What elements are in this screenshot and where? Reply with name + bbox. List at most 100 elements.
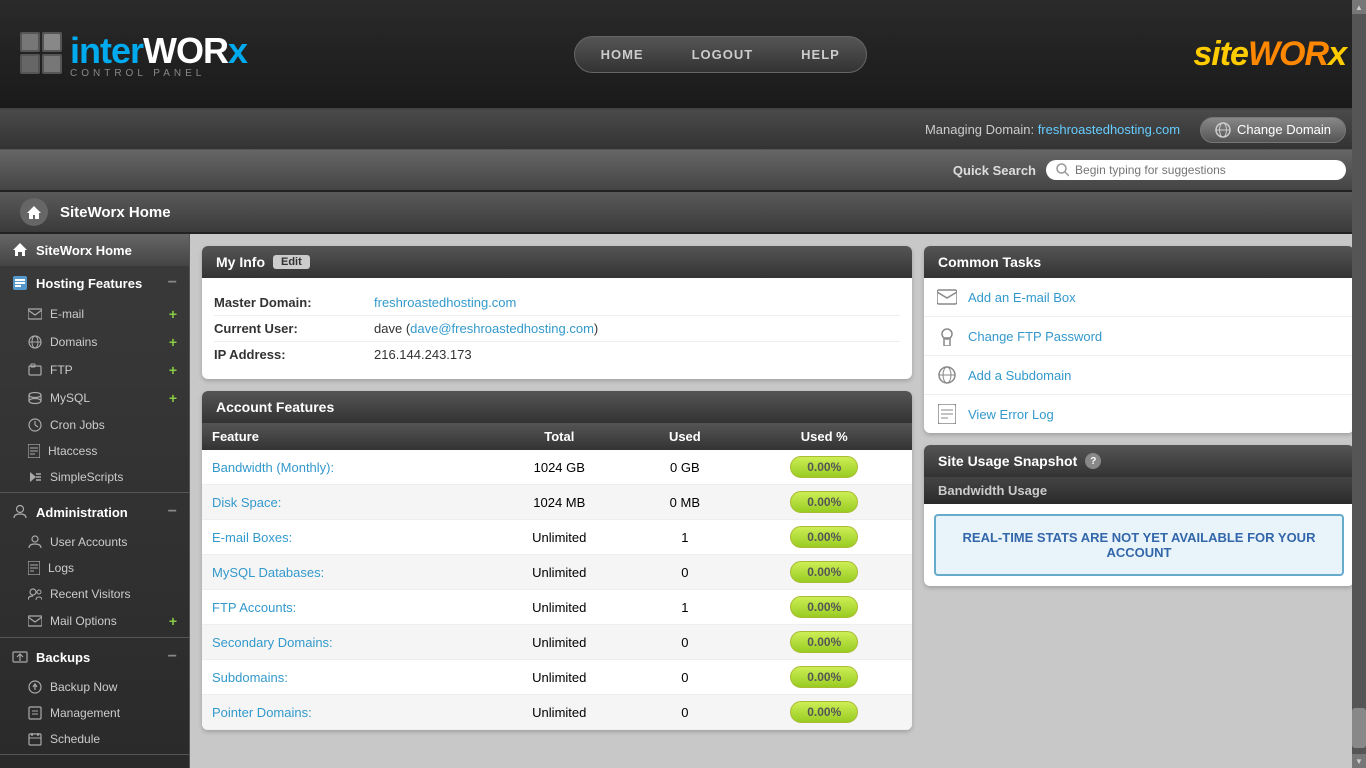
sidebar-item-siteworx-home[interactable]: SiteWorx Home bbox=[0, 234, 189, 266]
feature-percent: 0.00% bbox=[736, 485, 912, 520]
sidebar-item-logs[interactable]: Logs bbox=[0, 555, 189, 581]
feature-name[interactable]: Pointer Domains: bbox=[202, 695, 485, 730]
feature-used: 0 bbox=[633, 695, 736, 730]
ip-label: IP Address: bbox=[214, 347, 374, 362]
page-title: SiteWorx Home bbox=[60, 204, 171, 221]
task-link-0[interactable]: Add an E-mail Box bbox=[968, 290, 1076, 305]
feature-percent: 0.00% bbox=[736, 625, 912, 660]
sidebar-section-hosting-features[interactable]: Hosting Features − bbox=[0, 266, 189, 300]
bandwidth-header: Bandwidth Usage bbox=[924, 477, 1354, 504]
feature-name[interactable]: Bandwidth (Monthly): bbox=[202, 450, 485, 485]
domains-add-icon[interactable]: + bbox=[169, 334, 177, 350]
globe-icon bbox=[1215, 122, 1231, 138]
change-domain-button[interactable]: Change Domain bbox=[1200, 117, 1346, 143]
feature-name[interactable]: Disk Space: bbox=[202, 485, 485, 520]
header: interWORx CONTROL PANEL HOME LOGOUT HELP… bbox=[0, 0, 1366, 110]
sidebar-item-domains[interactable]: Domains + bbox=[0, 328, 189, 356]
task-item[interactable]: Add a Subdomain bbox=[924, 356, 1354, 395]
common-tasks-header: Common Tasks bbox=[924, 246, 1354, 278]
feature-percent: 0.00% bbox=[736, 590, 912, 625]
sidebar-item-recent-visitors[interactable]: Recent Visitors bbox=[0, 581, 189, 607]
sidebar-item-user-accounts[interactable]: User Accounts bbox=[0, 529, 189, 555]
cron-icon bbox=[28, 418, 42, 432]
task-item[interactable]: Add an E-mail Box bbox=[924, 278, 1354, 317]
sidebar-item-management[interactable]: Management bbox=[0, 700, 189, 726]
search-icon bbox=[1056, 163, 1069, 177]
current-user-label: Current User: bbox=[214, 321, 374, 336]
sidebar-logs-label: Logs bbox=[48, 561, 74, 575]
domain-bar: Managing Domain: freshroastedhosting.com… bbox=[0, 110, 1366, 150]
scroll-down-button[interactable]: ▼ bbox=[1352, 754, 1366, 768]
sidebar-item-mysql[interactable]: MySQL + bbox=[0, 384, 189, 412]
master-domain-link[interactable]: freshroastedhosting.com bbox=[374, 295, 516, 310]
home-icon bbox=[26, 204, 42, 220]
task-link-3[interactable]: View Error Log bbox=[968, 407, 1054, 422]
search-input[interactable] bbox=[1075, 163, 1336, 177]
help-icon[interactable]: ? bbox=[1085, 453, 1101, 469]
feature-used: 1 bbox=[633, 520, 736, 555]
backups-icon bbox=[12, 649, 28, 665]
page-scrollbar[interactable]: ▲ ▼ bbox=[1352, 0, 1366, 768]
sidebar-section-administration[interactable]: Administration − bbox=[0, 495, 189, 529]
site-usage-title: Site Usage Snapshot bbox=[938, 453, 1077, 469]
sidebar-section-statistics[interactable]: Statistics − bbox=[0, 757, 189, 768]
feature-name[interactable]: MySQL Databases: bbox=[202, 555, 485, 590]
recent-visitors-icon bbox=[28, 587, 42, 601]
change-domain-label: Change Domain bbox=[1237, 122, 1331, 137]
task-item[interactable]: View Error Log bbox=[924, 395, 1354, 433]
task-item[interactable]: Change FTP Password bbox=[924, 317, 1354, 356]
table-row: MySQL Databases: Unlimited 0 0.00% bbox=[202, 555, 912, 590]
feature-name[interactable]: FTP Accounts: bbox=[202, 590, 485, 625]
edit-button[interactable]: Edit bbox=[273, 255, 310, 269]
backups-collapse[interactable]: − bbox=[168, 648, 177, 666]
nav-bar: HOME LOGOUT HELP bbox=[574, 36, 867, 73]
sidebar-item-cron-jobs[interactable]: Cron Jobs bbox=[0, 412, 189, 438]
logout-nav-button[interactable]: LOGOUT bbox=[668, 39, 778, 70]
sidebar-item-backup-now[interactable]: Backup Now bbox=[0, 674, 189, 700]
sidebar-htaccess-label: Htaccess bbox=[48, 444, 97, 458]
sidebar-item-email[interactable]: E-mail + bbox=[0, 300, 189, 328]
home-small-icon bbox=[12, 242, 28, 258]
sidebar-item-mail-options[interactable]: Mail Options + bbox=[0, 607, 189, 635]
feature-name[interactable]: Subdomains: bbox=[202, 660, 485, 695]
sidebar-item-schedule[interactable]: Schedule bbox=[0, 726, 189, 752]
task-link-1[interactable]: Change FTP Password bbox=[968, 329, 1102, 344]
current-user-email-link[interactable]: dave@freshroastedhosting.com bbox=[410, 321, 594, 336]
scrollbar-thumb[interactable] bbox=[1352, 708, 1366, 748]
left-content: My Info Edit Master Domain: freshroasted… bbox=[202, 246, 912, 756]
task-icon-1 bbox=[936, 325, 958, 347]
hosting-features-icon bbox=[12, 275, 28, 291]
feature-name[interactable]: E-mail Boxes: bbox=[202, 520, 485, 555]
page-title-bar: SiteWorx Home bbox=[0, 192, 1366, 234]
sidebar-item-htaccess[interactable]: Htaccess bbox=[0, 438, 189, 464]
feature-name[interactable]: Secondary Domains: bbox=[202, 625, 485, 660]
table-row: Secondary Domains: Unlimited 0 0.00% bbox=[202, 625, 912, 660]
col-used: Used bbox=[633, 423, 736, 450]
sidebar-backup-now-label: Backup Now bbox=[50, 680, 117, 694]
ip-value: 216.144.243.173 bbox=[374, 347, 472, 362]
feature-percent: 0.00% bbox=[736, 660, 912, 695]
hosting-features-label: Hosting Features bbox=[36, 276, 142, 291]
task-link-2[interactable]: Add a Subdomain bbox=[968, 368, 1071, 383]
feature-percent: 0.00% bbox=[736, 555, 912, 590]
backup-now-icon bbox=[28, 680, 42, 694]
help-nav-button[interactable]: HELP bbox=[777, 39, 864, 70]
home-nav-button[interactable]: HOME bbox=[577, 39, 668, 70]
mysql-icon bbox=[28, 391, 42, 405]
managing-domain-link[interactable]: freshroastedhosting.com bbox=[1038, 122, 1180, 137]
logo-area: interWORx CONTROL PANEL bbox=[20, 30, 247, 79]
common-tasks-title: Common Tasks bbox=[938, 254, 1041, 270]
scroll-up-button[interactable]: ▲ bbox=[1352, 0, 1366, 14]
ip-row: IP Address: 216.144.243.173 bbox=[214, 342, 900, 367]
mysql-add-icon[interactable]: + bbox=[169, 390, 177, 406]
sidebar-item-ftp[interactable]: FTP + bbox=[0, 356, 189, 384]
hosting-features-collapse[interactable]: − bbox=[168, 274, 177, 292]
sidebar-item-simplescripts[interactable]: SimpleScripts bbox=[0, 464, 189, 490]
mail-options-add-icon[interactable]: + bbox=[169, 613, 177, 629]
administration-collapse[interactable]: − bbox=[168, 503, 177, 521]
feature-total: Unlimited bbox=[485, 520, 633, 555]
email-add-icon[interactable]: + bbox=[169, 306, 177, 322]
sidebar-section-backups[interactable]: Backups − bbox=[0, 640, 189, 674]
email-icon bbox=[28, 308, 42, 320]
ftp-add-icon[interactable]: + bbox=[169, 362, 177, 378]
